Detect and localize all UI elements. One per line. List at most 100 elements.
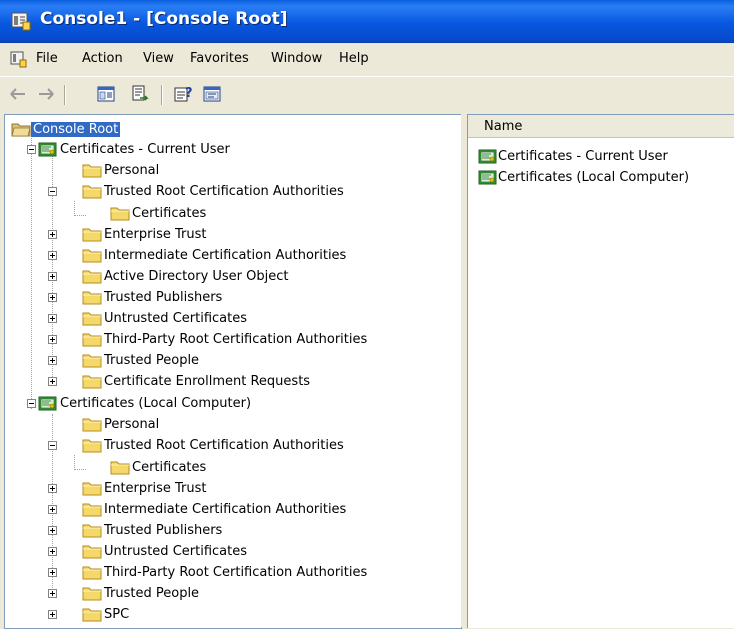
tree-node-trusted-people[interactable]: Trusted People: [82, 583, 201, 603]
tree-node-untrusted[interactable]: Untrusted Certificates: [82, 541, 249, 561]
help-button[interactable]: ?: [172, 83, 196, 105]
expand-toggle[interactable]: [48, 230, 57, 239]
folder-icon: [82, 247, 102, 263]
show-hide-tree-button[interactable]: [94, 83, 118, 105]
expand-toggle[interactable]: [48, 293, 57, 302]
forward-button[interactable]: [34, 83, 58, 105]
console-tree[interactable]: Console Root Certificates - Current User…: [4, 114, 462, 629]
tree-node-trusted-publishers[interactable]: Trusted Publishers: [82, 287, 224, 307]
tree-node-certificates[interactable]: Certificates: [110, 457, 208, 477]
tree-node-enrollment-requests[interactable]: Certificate Enrollment Requests: [82, 371, 312, 391]
properties-button[interactable]: [200, 83, 224, 105]
certificates-snapin-icon: [38, 395, 58, 411]
menu-action[interactable]: Action: [82, 51, 123, 66]
tree-node-trusted-root[interactable]: Trusted Root Certification Authorities: [82, 181, 346, 201]
tree-node-trusted-root[interactable]: Trusted Root Certification Authorities: [82, 435, 346, 455]
menu-view[interactable]: View: [143, 51, 174, 66]
expand-toggle[interactable]: [48, 505, 57, 514]
expand-toggle[interactable]: [48, 589, 57, 598]
collapse-toggle[interactable]: [48, 441, 57, 450]
folder-icon: [82, 501, 102, 517]
folder-icon: [82, 268, 102, 284]
system-menu-icon[interactable]: [10, 50, 28, 68]
list-item[interactable]: Certificates (Local Computer): [478, 167, 689, 187]
list-item-label: Certificates (Local Computer): [498, 169, 690, 185]
help-icon: ?: [174, 86, 193, 102]
expand-toggle[interactable]: [48, 484, 57, 493]
back-button[interactable]: [6, 83, 30, 105]
collapse-toggle[interactable]: [27, 399, 36, 408]
tree-node-personal[interactable]: Personal: [82, 414, 161, 434]
tree-node-intermediate[interactable]: Intermediate Certification Authorities: [82, 245, 348, 265]
console-root-folder-icon: [11, 121, 31, 137]
list-item-label: Certificates - Current User: [498, 148, 668, 164]
expand-toggle[interactable]: [48, 314, 57, 323]
toolbar-separator: [161, 85, 163, 105]
tree-node-label: Trusted Publishers: [104, 289, 223, 305]
collapse-toggle[interactable]: [48, 187, 57, 196]
title-bar: Console1 - [Console Root]: [0, 0, 734, 43]
folder-icon: [82, 183, 102, 199]
toolbar: ?: [0, 76, 734, 113]
menu-window[interactable]: Window: [271, 51, 322, 66]
expand-toggle[interactable]: [48, 356, 57, 365]
tree-connector: [74, 201, 75, 216]
tree-node-ad-user-object[interactable]: Active Directory User Object: [82, 266, 291, 286]
expand-toggle[interactable]: [48, 610, 57, 619]
tree-node-console-root[interactable]: Console Root: [11, 119, 121, 139]
menu-help[interactable]: Help: [339, 51, 369, 66]
tree-node-trusted-people[interactable]: Trusted People: [82, 350, 201, 370]
tree-node-untrusted[interactable]: Untrusted Certificates: [82, 308, 249, 328]
tree-node-label: Intermediate Certification Authorities: [104, 247, 347, 263]
menu-file[interactable]: File: [36, 51, 58, 66]
tree-node-label: Third-Party Root Certification Authoriti…: [104, 331, 368, 347]
folder-icon: [82, 226, 102, 242]
results-pane[interactable]: Name Certificates - Current User Certifi…: [467, 114, 734, 628]
expand-toggle[interactable]: [48, 568, 57, 577]
tree-connector: [74, 469, 86, 470]
folder-icon: [110, 205, 130, 221]
certificates-snapin-icon: [478, 148, 498, 164]
list-item[interactable]: Certificates - Current User: [478, 146, 668, 166]
expand-toggle[interactable]: [48, 272, 57, 281]
expand-toggle[interactable]: [48, 547, 57, 556]
folder-icon: [82, 352, 102, 368]
tree-node-certificates-local-computer[interactable]: Certificates (Local Computer): [38, 393, 253, 413]
tree-node-trusted-publishers[interactable]: Trusted Publishers: [82, 520, 224, 540]
tree-node-third-party-root[interactable]: Third-Party Root Certification Authoriti…: [82, 329, 369, 349]
tree-node-label: Untrusted Certificates: [104, 543, 247, 559]
menu-favorites[interactable]: Favorites: [190, 51, 249, 66]
tree-node-certificates-current-user[interactable]: Certificates - Current User: [38, 139, 232, 159]
tree-node-spc[interactable]: SPC: [82, 604, 131, 624]
tree-node-label: Trusted People: [104, 352, 200, 368]
tree-node-personal[interactable]: Personal: [82, 160, 161, 180]
expand-toggle[interactable]: [48, 526, 57, 535]
collapse-toggle[interactable]: [27, 145, 36, 154]
tree-node-certificates[interactable]: Certificates: [110, 203, 208, 223]
folder-icon: [82, 310, 102, 326]
tree-node-label: Intermediate Certification Authorities: [104, 501, 347, 517]
folder-icon: [82, 162, 102, 178]
export-list-button[interactable]: [128, 83, 152, 105]
tree-node-third-party-root[interactable]: Third-Party Root Certification Authoriti…: [82, 562, 369, 582]
folder-icon: [82, 373, 102, 389]
folder-icon: [82, 564, 102, 580]
tree-node-intermediate[interactable]: Intermediate Certification Authorities: [82, 499, 348, 519]
window-title: Console1 - [Console Root]: [40, 9, 288, 29]
expand-toggle[interactable]: [48, 335, 57, 344]
folder-icon: [82, 585, 102, 601]
folder-icon: [82, 606, 102, 622]
tree-connector: [31, 138, 32, 409]
tree-node-label: SPC: [104, 606, 130, 622]
toolbar-separator: [64, 85, 66, 105]
folder-icon: [82, 416, 102, 432]
expand-toggle[interactable]: [48, 377, 57, 386]
tree-node-label: Personal: [104, 162, 160, 178]
column-header-label: Name: [484, 119, 523, 134]
tree-node-enterprise-trust[interactable]: Enterprise Trust: [82, 478, 209, 498]
tree-node-enterprise-trust[interactable]: Enterprise Trust: [82, 224, 209, 244]
column-header-name[interactable]: Name: [468, 115, 734, 138]
tree-node-label: Enterprise Trust: [104, 226, 207, 242]
expand-toggle[interactable]: [48, 251, 57, 260]
tree-node-label: Trusted Root Certification Authorities: [104, 183, 344, 199]
